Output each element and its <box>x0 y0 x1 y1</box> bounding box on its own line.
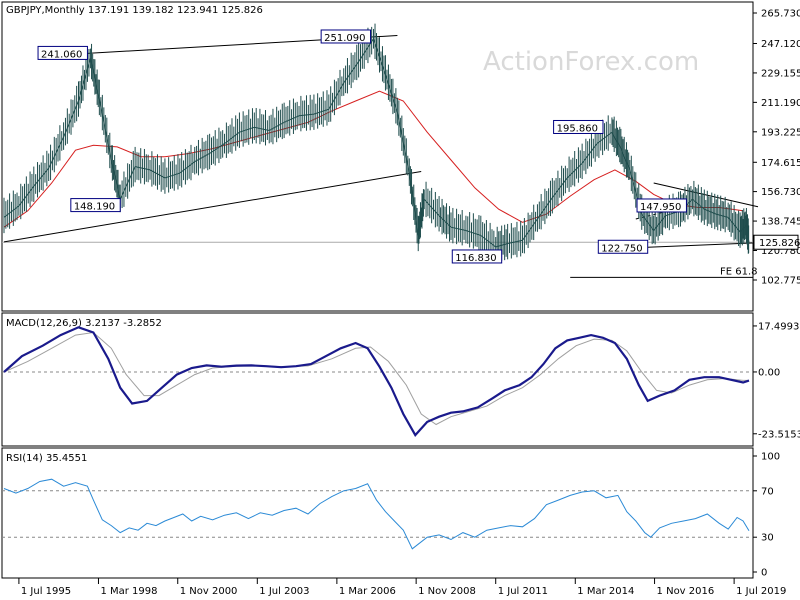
annotation-label: 251.090 <box>324 33 365 44</box>
rsi-panel-frame <box>1 447 754 579</box>
annotation-label: 116.830 <box>455 253 496 264</box>
watermark: ActionForex.com <box>483 47 699 77</box>
x-tick-label: 1 Nov 2000 <box>180 586 238 597</box>
x-tick-label: 1 Mar 2006 <box>339 586 396 597</box>
annotation-label: 148.190 <box>74 202 115 213</box>
price-y-tick-label: 102.775 <box>761 276 800 287</box>
macd-y-tick-label: 0.00 <box>758 367 780 378</box>
x-tick-label: 1 Jul 2019 <box>736 586 786 597</box>
annotation-label: 122.750 <box>601 243 642 254</box>
annotation-label: 147.950 <box>640 202 681 213</box>
rsi-y-tick-label: 0 <box>761 568 767 579</box>
x-tick-label: 1 Jul 2003 <box>259 586 309 597</box>
price-y-tick-label: 193.225 <box>761 127 800 138</box>
rsi-y-tick-label: 70 <box>761 486 774 497</box>
price-y-tick-label: 211.190 <box>761 98 800 109</box>
macd-panel-frame <box>1 312 754 447</box>
price-y-tick-label: 156.730 <box>761 187 800 198</box>
annotation-label: FE 61.8 <box>720 266 758 277</box>
x-tick-label: 1 Jul 1995 <box>21 586 71 597</box>
rsi-y-tick-label: 100 <box>761 452 780 463</box>
annotation-label: 241.060 <box>41 49 82 60</box>
macd-y-tick-label: -23.5153 <box>758 429 800 440</box>
price-y-tick-label: 247.120 <box>761 39 800 50</box>
x-tick-label: 1 Jul 2011 <box>498 586 548 597</box>
x-tick-label: 1 Nov 2016 <box>657 586 715 597</box>
price-y-tick-label: 265.730 <box>761 9 800 20</box>
current-price-label: 125.826 <box>759 238 800 249</box>
x-tick-label: 1 Mar 2014 <box>577 586 634 597</box>
macd-y-tick-label: 17.4993 <box>758 321 799 332</box>
annotation-label: 195.860 <box>557 123 598 134</box>
macd-panel-title: MACD(12,26,9) 3.2137 -3.2852 <box>6 318 162 329</box>
chart-canvas: ActionForex.com GBPJPY,Monthly 137.191 1… <box>1 1 800 597</box>
price-panel-title: GBPJPY,Monthly 137.191 139.182 123.941 1… <box>6 5 263 16</box>
rsi-panel-title: RSI(14) 35.4551 <box>6 453 87 464</box>
x-tick-label: 1 Mar 1998 <box>100 586 157 597</box>
price-y-tick-label: 138.745 <box>761 217 800 228</box>
rsi-y-tick-label: 30 <box>761 533 774 544</box>
price-y-tick-label: 229.155 <box>761 68 800 79</box>
x-tick-label: 1 Nov 2008 <box>418 586 476 597</box>
price-y-tick-label: 174.615 <box>761 158 800 169</box>
